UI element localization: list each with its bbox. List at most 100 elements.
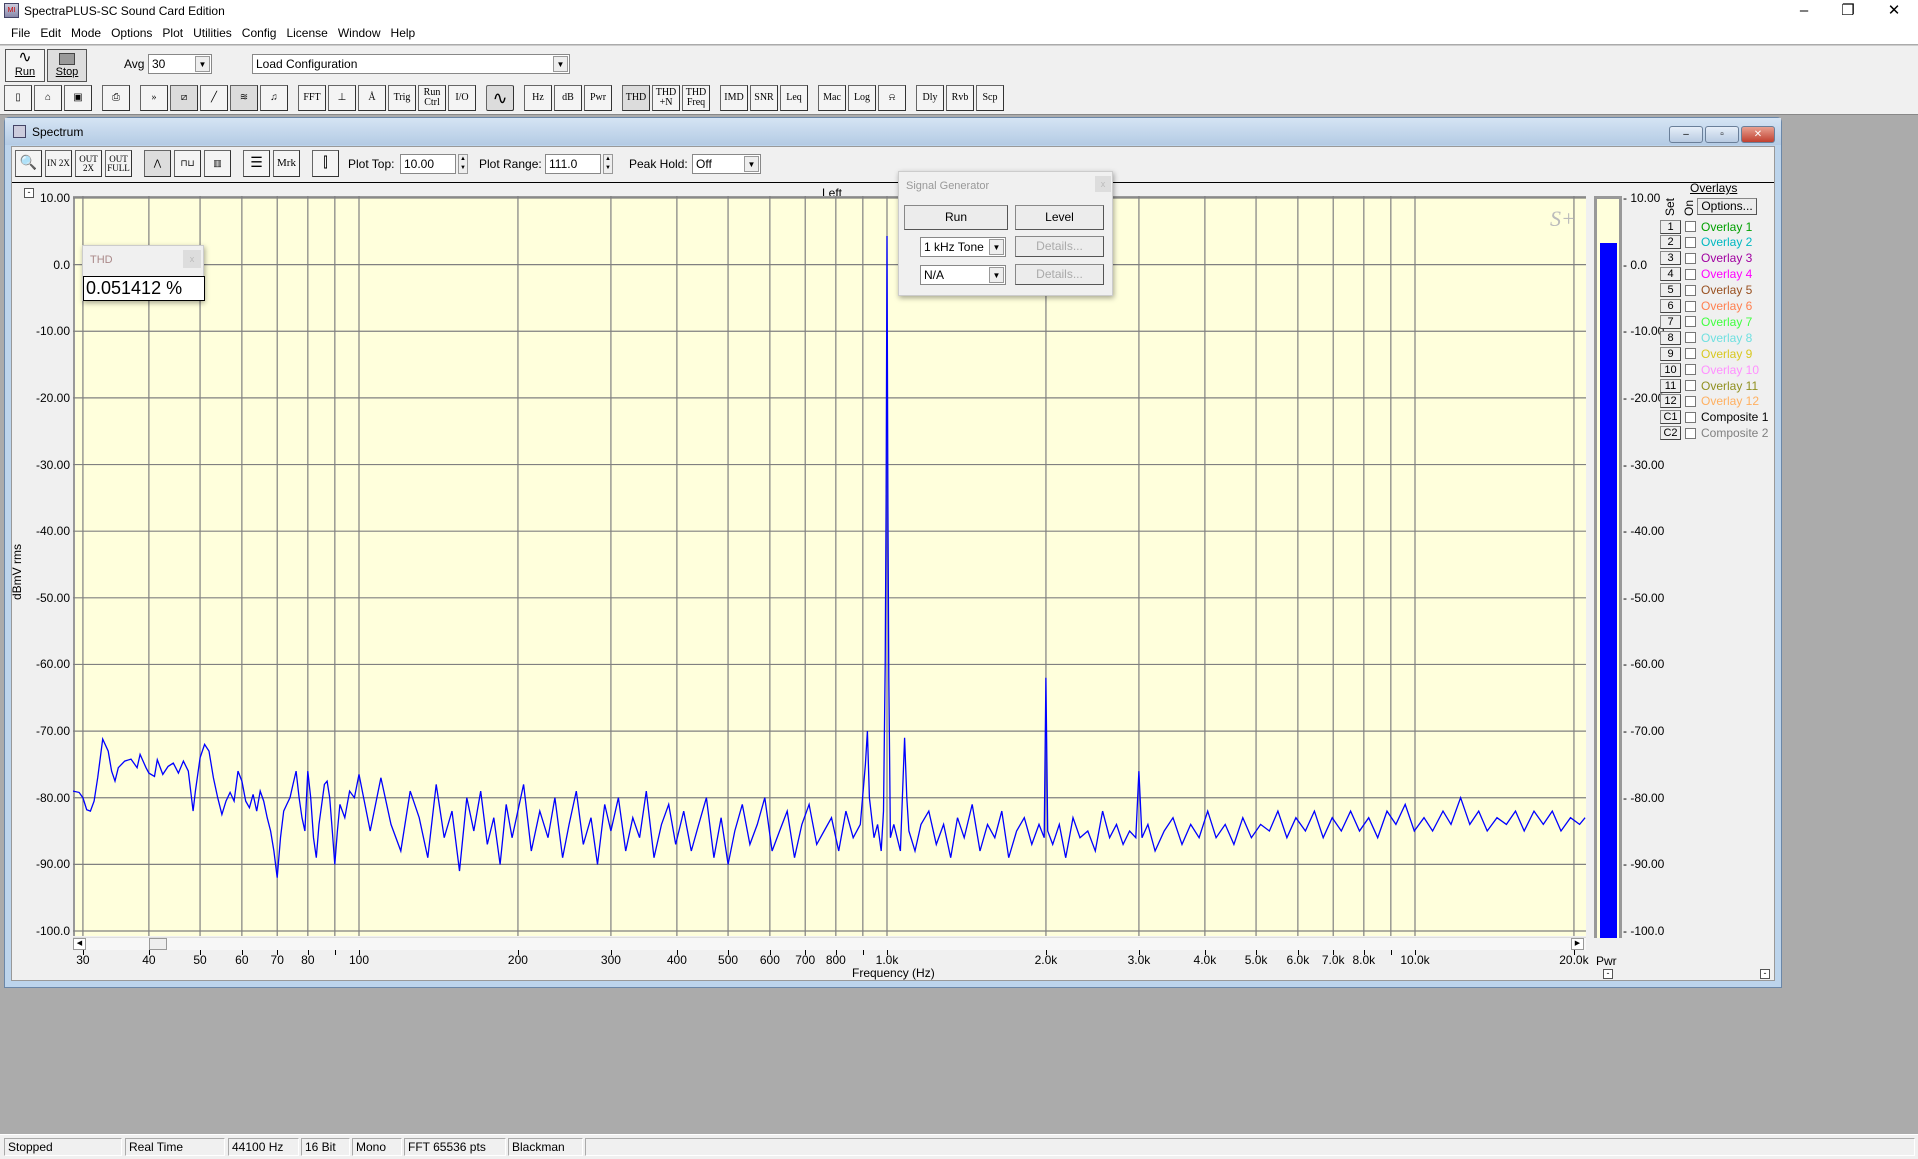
zoom-out-full-button[interactable]: OUT FULL	[105, 150, 132, 177]
minimize-button[interactable]: –	[1782, 0, 1826, 22]
io-button[interactable]: I/O	[448, 85, 476, 111]
phase-view-button[interactable]: ╱	[200, 85, 228, 111]
menu-mode[interactable]: Mode	[66, 22, 106, 44]
print-button[interactable]: ⎙	[102, 85, 130, 111]
step-plot-button[interactable]: ⊓⊔	[174, 150, 201, 177]
generator-level-button[interactable]: Level	[1015, 205, 1104, 230]
overlay-set-button[interactable]: 5	[1660, 283, 1681, 298]
chevron-down-icon[interactable]: ▼	[553, 56, 568, 72]
save-file-button[interactable]: ▣	[64, 85, 92, 111]
snr-button[interactable]: SNR	[750, 85, 778, 111]
alarm-bell-button[interactable]: ⍾	[878, 85, 906, 111]
overlay-set-button[interactable]: 6	[1660, 299, 1681, 313]
menu-config[interactable]: Config	[237, 22, 282, 44]
table-view-button[interactable]: ☰	[243, 150, 270, 177]
overlay-set-button[interactable]: 7	[1660, 314, 1681, 329]
overlay-set-button[interactable]: 1	[1660, 219, 1681, 234]
overlay-options-button[interactable]: Options...	[1697, 198, 1757, 215]
open-file-button[interactable]: ⌂	[34, 85, 62, 111]
plot-top-spinner[interactable]: ▲ ▼	[458, 154, 468, 174]
scroll-left-arrow[interactable]: ◀	[73, 938, 86, 950]
scope-button[interactable]: Scp	[976, 85, 1004, 111]
overlay-on-checkbox[interactable]	[1685, 380, 1696, 391]
overlay-set-button[interactable]: 3	[1660, 251, 1681, 266]
spectrum-minimize-button[interactable]: –	[1669, 126, 1703, 143]
menu-edit[interactable]: Edit	[35, 22, 66, 44]
zoom-out-2x-button[interactable]: OUT 2X	[75, 150, 102, 177]
overlay-set-button[interactable]: 2	[1660, 235, 1681, 250]
zoom-in-2x-button[interactable]: IN 2X	[45, 150, 72, 177]
overlay-set-button[interactable]: 10	[1660, 362, 1681, 377]
macro-button[interactable]: Mac	[818, 85, 846, 111]
cursor-button[interactable]: ⫿	[312, 150, 339, 177]
fft-button[interactable]: FFT	[298, 85, 326, 111]
zoom-magnifier-button[interactable]: 🔍	[15, 150, 42, 177]
overlay-on-checkbox[interactable]	[1685, 411, 1696, 423]
time-series-button[interactable]: »	[140, 85, 168, 111]
generator-details1-button[interactable]: Details...	[1015, 236, 1104, 257]
axis-button[interactable]: ⊥	[328, 85, 356, 111]
menu-license[interactable]: License	[281, 22, 332, 44]
chevron-down-icon[interactable]: ▼	[744, 156, 759, 172]
overlay-on-checkbox[interactable]	[1685, 364, 1696, 376]
close-button[interactable]: ✕	[1872, 0, 1916, 22]
trigger-button[interactable]: Trig	[388, 85, 416, 111]
signal-generator-close-button[interactable]: x	[1095, 176, 1111, 192]
peak-hold-select[interactable]: Off ▼	[692, 154, 761, 174]
scroll-thumb[interactable]	[149, 938, 167, 950]
overlay-set-button[interactable]: 12	[1660, 394, 1681, 409]
3d-surface-button[interactable]: ≋	[230, 85, 258, 111]
overlay-set-button[interactable]: 11	[1660, 378, 1681, 393]
overlay-on-checkbox[interactable]	[1685, 300, 1696, 312]
signal-generator-button[interactable]: ∿	[486, 85, 514, 111]
restore-button[interactable]: ❐	[1826, 0, 1870, 22]
pwr-button[interactable]: Pwr	[584, 85, 612, 111]
thd-freq-button[interactable]: THD Freq	[682, 85, 710, 111]
chevron-down-icon[interactable]: ▼	[195, 56, 210, 72]
overlay-on-checkbox[interactable]	[1685, 221, 1696, 232]
calibration-button[interactable]: Å	[358, 85, 386, 111]
overlay-set-button[interactable]: 9	[1660, 346, 1681, 361]
hz-button[interactable]: Hz	[524, 85, 552, 111]
overlay-on-checkbox[interactable]	[1685, 268, 1696, 280]
thd-n-button[interactable]: THD +N	[652, 85, 680, 111]
delay-button[interactable]: Dly	[916, 85, 944, 111]
menu-plot[interactable]: Plot	[157, 22, 188, 44]
chevron-down-icon[interactable]: ▼	[989, 239, 1004, 255]
thd-close-button[interactable]: x	[183, 250, 201, 268]
load-configuration-select[interactable]: Load Configuration ▼	[252, 54, 570, 74]
overlay-set-button[interactable]: C1	[1660, 410, 1681, 425]
overlay-on-checkbox[interactable]	[1685, 236, 1696, 248]
generator-details2-button[interactable]: Details...	[1015, 264, 1104, 285]
generator-source1-select[interactable]: 1 kHz Tone ▼	[920, 237, 1006, 257]
power-collapse-button[interactable]: -	[1603, 969, 1613, 979]
overlay-on-checkbox[interactable]	[1685, 395, 1696, 407]
generator-source2-select[interactable]: N/A ▼	[920, 265, 1006, 285]
plot-range-spinner[interactable]: ▲ ▼	[603, 154, 613, 174]
generator-run-button[interactable]: Run	[904, 205, 1008, 230]
spectrum-restore-button[interactable]: ▫	[1705, 126, 1739, 143]
overlay-on-checkbox[interactable]	[1685, 332, 1696, 344]
run-button[interactable]: ∿ Run	[5, 49, 45, 82]
frequency-scrollbar[interactable]: ◀ ▶	[73, 937, 1586, 950]
chevron-down-icon[interactable]: ▼	[989, 267, 1004, 283]
line-plot-button[interactable]: ⋀	[144, 150, 171, 177]
overlay-on-checkbox[interactable]	[1685, 316, 1696, 328]
overlay-on-checkbox[interactable]	[1685, 284, 1696, 296]
menu-file[interactable]: File	[6, 22, 35, 44]
plot-range-input[interactable]: 111.0	[545, 154, 601, 174]
spectrogram-button[interactable]: ♫	[260, 85, 288, 111]
bar-plot-button[interactable]: ▥	[204, 150, 231, 177]
run-control-button[interactable]: Run Ctrl	[418, 85, 446, 111]
overlay-set-button[interactable]: 8	[1660, 330, 1681, 345]
new-file-button[interactable]: ▯	[4, 85, 32, 111]
log-button[interactable]: Log	[848, 85, 876, 111]
reverb-button[interactable]: Rvb	[946, 85, 974, 111]
menu-utilities[interactable]: Utilities	[188, 22, 237, 44]
menu-help[interactable]: Help	[386, 22, 421, 44]
overlay-set-button[interactable]: C2	[1660, 426, 1681, 441]
spectrum-view-button[interactable]: ⧄	[170, 85, 198, 111]
thd-button[interactable]: THD	[622, 85, 650, 111]
avg-select[interactable]: 30 ▼	[148, 54, 212, 74]
marker-button[interactable]: Mrk	[273, 150, 300, 177]
